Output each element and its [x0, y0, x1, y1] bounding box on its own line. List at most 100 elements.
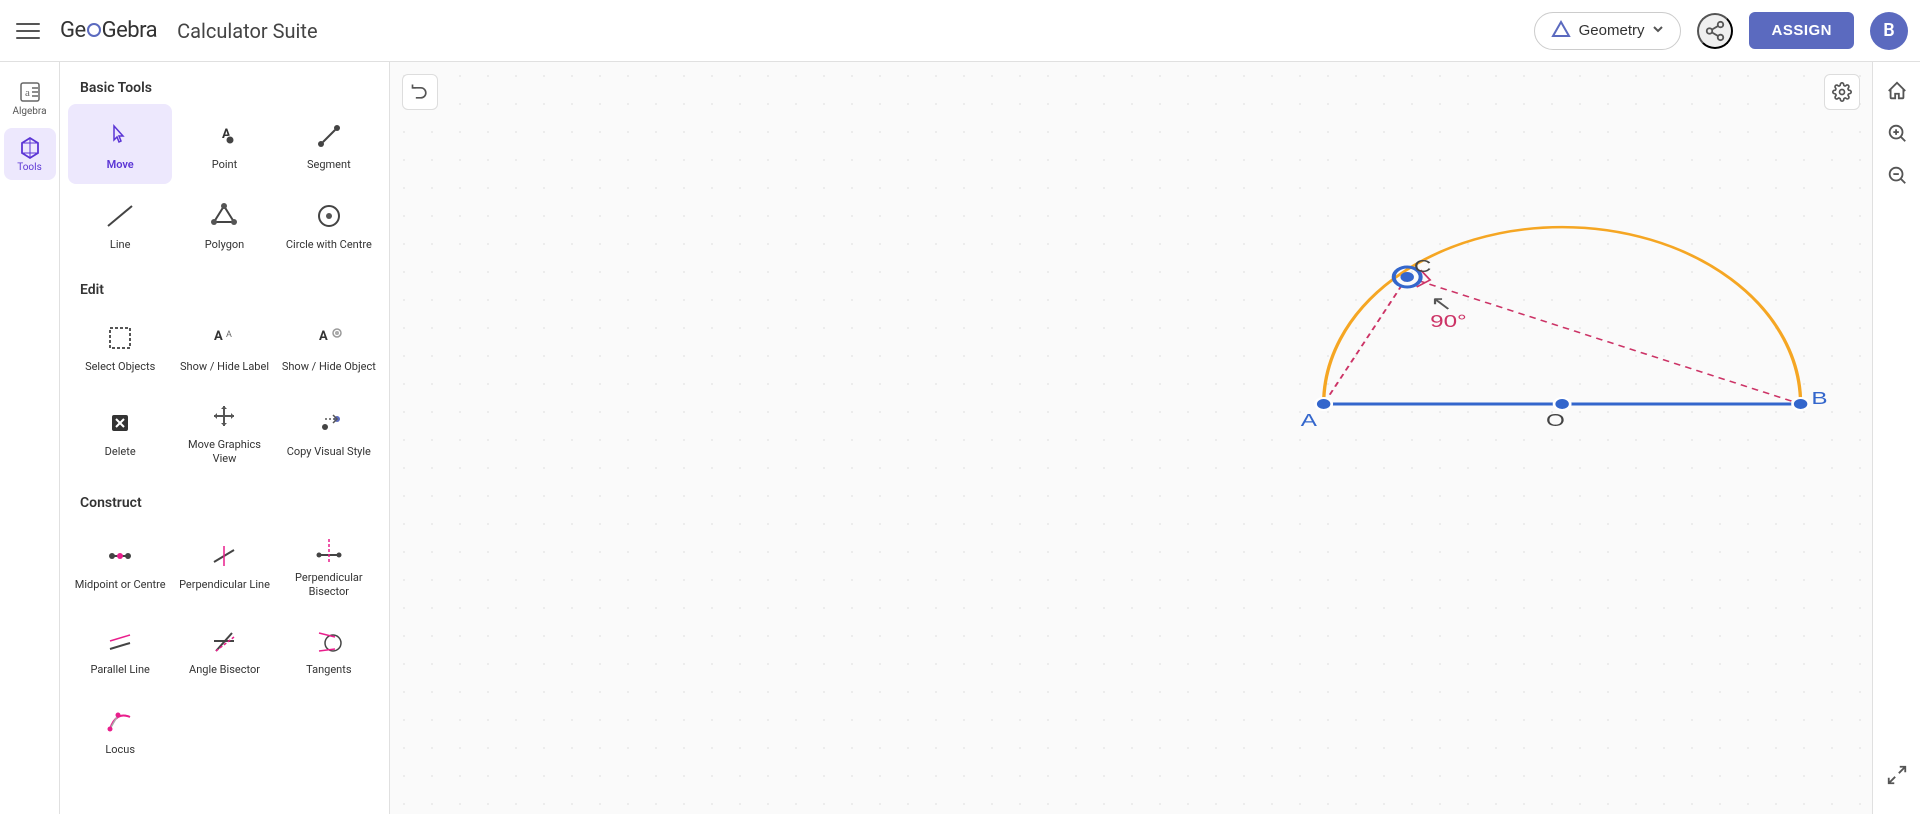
select-objects-label: Select Objects — [85, 360, 155, 374]
circle-with-centre-label: Circle with Centre — [286, 238, 372, 252]
edit-title: Edit — [60, 264, 389, 306]
tool-show-hide-object[interactable]: A Show / Hide Object — [277, 306, 381, 386]
line-icon — [106, 198, 134, 234]
undo-button[interactable] — [402, 74, 438, 110]
polygon-icon — [210, 198, 238, 234]
geometry-svg: 90° A O B C ↖ — [390, 62, 1872, 814]
zoom-in-button[interactable] — [1878, 114, 1916, 152]
tool-angle-bisector[interactable]: Angle Bisector — [172, 609, 276, 689]
parallel-line-label: Parallel Line — [90, 663, 149, 677]
tool-tangents[interactable]: Tangents — [277, 609, 381, 689]
point-label: Point — [212, 158, 238, 172]
tool-delete[interactable]: Delete — [68, 386, 172, 477]
locus-label: Locus — [105, 743, 135, 757]
tool-point[interactable]: A Point — [172, 104, 276, 184]
move-graphics-view-icon — [210, 398, 238, 434]
perpendicular-line-label: Perpendicular Line — [179, 578, 270, 592]
geometry-selector-button[interactable]: Geometry — [1534, 12, 1682, 50]
delete-label: Delete — [105, 445, 136, 459]
move-icon — [106, 118, 134, 154]
copy-visual-style-icon — [315, 405, 343, 441]
tangents-label: Tangents — [306, 663, 351, 677]
polygon-label: Polygon — [205, 238, 244, 252]
chevron-down-icon — [1652, 22, 1664, 39]
user-avatar[interactable]: B — [1870, 12, 1908, 50]
algebra-icon: a — [18, 80, 42, 104]
svg-text:C: C — [1414, 256, 1432, 276]
edit-tools-grid: Select Objects A A Show / Hide Label A — [60, 306, 389, 477]
tool-move[interactable]: Move — [68, 104, 172, 184]
midpoint-or-centre-label: Midpoint or Centre — [75, 578, 166, 592]
tools-label: Tools — [17, 162, 41, 173]
fullscreen-button[interactable] — [1878, 756, 1916, 794]
share-button[interactable] — [1697, 13, 1733, 49]
svg-text:A: A — [214, 329, 223, 344]
assign-button[interactable]: ASSIGN — [1749, 12, 1854, 49]
geometry-triangle-icon — [1551, 19, 1571, 43]
tool-perpendicular-bisector[interactable]: Perpendicular Bisector — [277, 519, 381, 610]
tool-copy-visual-style[interactable]: Copy Visual Style — [277, 386, 381, 477]
move-graphics-view-label: Move Graphics View — [176, 438, 272, 467]
sidebar-item-tools[interactable]: Tools — [4, 128, 56, 180]
zoom-out-button[interactable] — [1878, 156, 1916, 194]
line-label: Line — [110, 238, 131, 252]
segment-icon — [315, 118, 343, 154]
midpoint-or-centre-icon — [106, 538, 134, 574]
svg-text:O: O — [1546, 410, 1565, 430]
settings-button[interactable] — [1824, 74, 1860, 110]
share-icon — [1704, 20, 1726, 42]
show-hide-label-label: Show / Hide Label — [180, 360, 269, 374]
sidebar-item-algebra[interactable]: a Algebra — [4, 72, 56, 124]
svg-text:a: a — [25, 87, 30, 99]
tool-circle-with-centre[interactable]: Circle with Centre — [277, 184, 381, 264]
tool-move-graphics-view[interactable]: Move Graphics View — [172, 386, 276, 477]
construct-title: Construct — [60, 477, 389, 519]
geometry-label: Geometry — [1579, 22, 1645, 39]
svg-text:A: A — [319, 329, 328, 344]
main-area: a Algebra Tools Basic Tools — [0, 62, 1920, 814]
construct-tools-grid: Midpoint or Centre Perpendicular Line — [60, 519, 389, 770]
point-icon: A — [210, 118, 238, 154]
tool-midpoint-or-centre[interactable]: Midpoint or Centre — [68, 519, 172, 610]
angle-bisector-icon — [210, 623, 238, 659]
tool-locus[interactable]: Locus — [68, 689, 172, 769]
canvas-area[interactable]: 90° A O B C ↖ — [390, 62, 1872, 814]
svg-text:A: A — [226, 330, 232, 340]
copy-visual-style-label: Copy Visual Style — [287, 445, 371, 459]
circle-with-centre-icon — [315, 198, 343, 234]
show-hide-object-label: Show / Hide Object — [282, 360, 376, 374]
perpendicular-line-icon — [210, 538, 238, 574]
home-button[interactable] — [1878, 72, 1916, 110]
tool-segment[interactable]: Segment — [277, 104, 381, 184]
logo[interactable]: GeGebra — [60, 18, 157, 43]
svg-text:B: B — [1811, 388, 1827, 408]
show-hide-label-icon: A A — [210, 320, 238, 356]
select-objects-icon — [106, 320, 134, 356]
tools-panel: Basic Tools Move A Point — [60, 62, 390, 814]
tool-show-hide-label[interactable]: A A Show / Hide Label — [172, 306, 276, 386]
tool-perpendicular-line[interactable]: Perpendicular Line — [172, 519, 276, 610]
locus-icon — [106, 703, 134, 739]
menu-button[interactable] — [12, 15, 44, 47]
canvas-settings — [1824, 74, 1860, 110]
logo-text: GeGebra — [60, 18, 157, 43]
tool-select-objects[interactable]: Select Objects — [68, 306, 172, 386]
angle-bisector-label: Angle Bisector — [189, 663, 260, 677]
tool-line[interactable]: Line — [68, 184, 172, 264]
svg-text:A: A — [1301, 410, 1318, 430]
svg-text:↖: ↖ — [1430, 291, 1453, 315]
basic-tools-grid: Move A Point — [60, 104, 389, 264]
tools-icon — [18, 136, 42, 160]
tool-polygon[interactable]: Polygon — [172, 184, 276, 264]
show-hide-object-icon: A — [315, 320, 343, 356]
tool-parallel-line[interactable]: Parallel Line — [68, 609, 172, 689]
move-label: Move — [107, 158, 134, 172]
delete-icon — [106, 405, 134, 441]
app-name: Calculator Suite — [177, 19, 317, 43]
right-toolbar — [1872, 62, 1920, 814]
perpendicular-bisector-label: Perpendicular Bisector — [281, 571, 377, 600]
canvas-toolbar — [402, 74, 438, 110]
header: GeGebra Calculator Suite Geometry ASSIGN… — [0, 0, 1920, 62]
basic-tools-title: Basic Tools — [60, 62, 389, 104]
parallel-line-icon — [106, 623, 134, 659]
